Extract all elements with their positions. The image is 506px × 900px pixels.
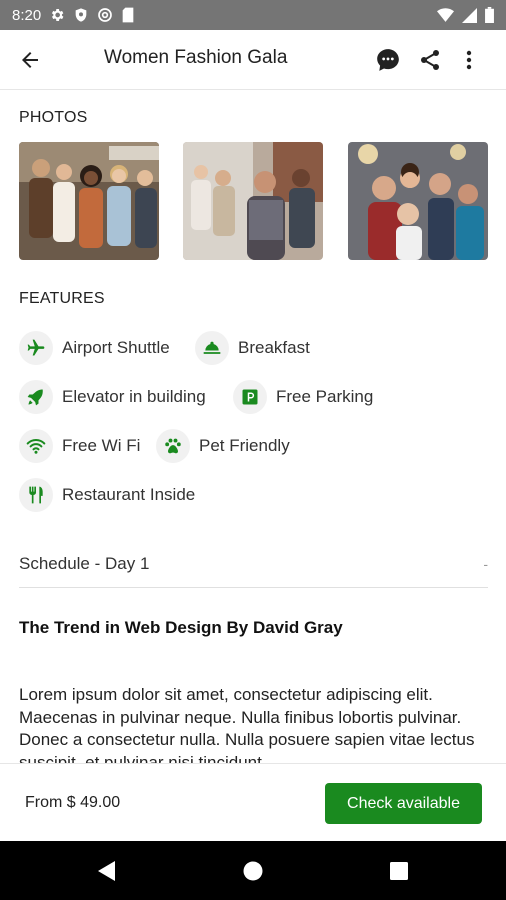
photo-selfie-group[interactable] (348, 142, 488, 260)
photo-audience-seated[interactable] (183, 142, 323, 260)
photo-group-smiling[interactable] (19, 142, 159, 260)
wifi-icon (437, 7, 454, 23)
page-title: Women Fashion Gala (104, 47, 288, 68)
feature-label: Restaurant Inside (62, 485, 196, 504)
gear-icon (49, 7, 65, 23)
paw-icon (156, 429, 190, 463)
feature-label: Free Wi Fi (62, 436, 141, 455)
feature-restaurant: Restaurant Inside (19, 477, 195, 513)
photos-heading: PHOTOS (19, 109, 88, 126)
schedule-label: Schedule - Day 1 (19, 554, 150, 573)
status-bar-right (437, 7, 494, 23)
share-icon[interactable] (414, 44, 446, 76)
feature-label: Pet Friendly (199, 436, 290, 455)
status-bar: 8:20 (0, 0, 506, 30)
parking-icon (233, 380, 267, 414)
wifi-icon (19, 429, 53, 463)
restaurant-icon (19, 478, 53, 512)
rocket-icon (19, 380, 53, 414)
feature-label: Free Parking (276, 387, 374, 406)
battery-icon (485, 7, 494, 23)
back-triangle-icon[interactable] (94, 858, 120, 884)
feature-breakfast: Breakfast (195, 330, 310, 366)
feature-elevator: Elevator in building (19, 379, 206, 415)
recents-square-icon[interactable] (386, 858, 412, 884)
feature-airport-shuttle: Airport Shuttle (19, 330, 170, 366)
arrow-back-icon[interactable] (14, 44, 46, 76)
feature-label: Elevator in building (62, 387, 206, 406)
home-circle-icon[interactable] (240, 858, 266, 884)
feature-pet-friendly: Pet Friendly (156, 428, 290, 464)
chat-icon[interactable] (372, 44, 404, 76)
session-title: The Trend in Web Design By David Gray (19, 618, 343, 637)
status-time: 8:20 (12, 6, 42, 24)
collapse-indicator: - (483, 556, 488, 572)
airplane-icon (19, 331, 53, 365)
feature-label: Airport Shuttle (62, 338, 170, 357)
signal-icon (462, 7, 477, 23)
system-nav-bar (0, 841, 506, 900)
price-label: From $ 49.00 (25, 794, 121, 811)
features-heading: FEATURES (19, 290, 105, 307)
check-available-button[interactable]: Check available (325, 783, 482, 824)
schedule-day-toggle[interactable]: Schedule - Day 1 - (19, 540, 488, 588)
app-bar: Women Fashion Gala (0, 30, 506, 90)
at-sign-icon (97, 7, 113, 23)
feature-free-wifi: Free Wi Fi (19, 428, 140, 464)
session-description: Lorem ipsum dolor sit amet, consectetur … (19, 685, 475, 764)
more-vert-icon[interactable] (453, 44, 485, 76)
feature-free-parking: Free Parking (233, 379, 373, 415)
booking-bar: From $ 49.00 Check available (0, 763, 506, 841)
feature-label: Breakfast (238, 338, 310, 357)
room-service-icon (195, 331, 229, 365)
sim-card-icon (121, 7, 135, 23)
shield-icon (73, 7, 89, 23)
status-bar-left: 8:20 (12, 7, 135, 24)
